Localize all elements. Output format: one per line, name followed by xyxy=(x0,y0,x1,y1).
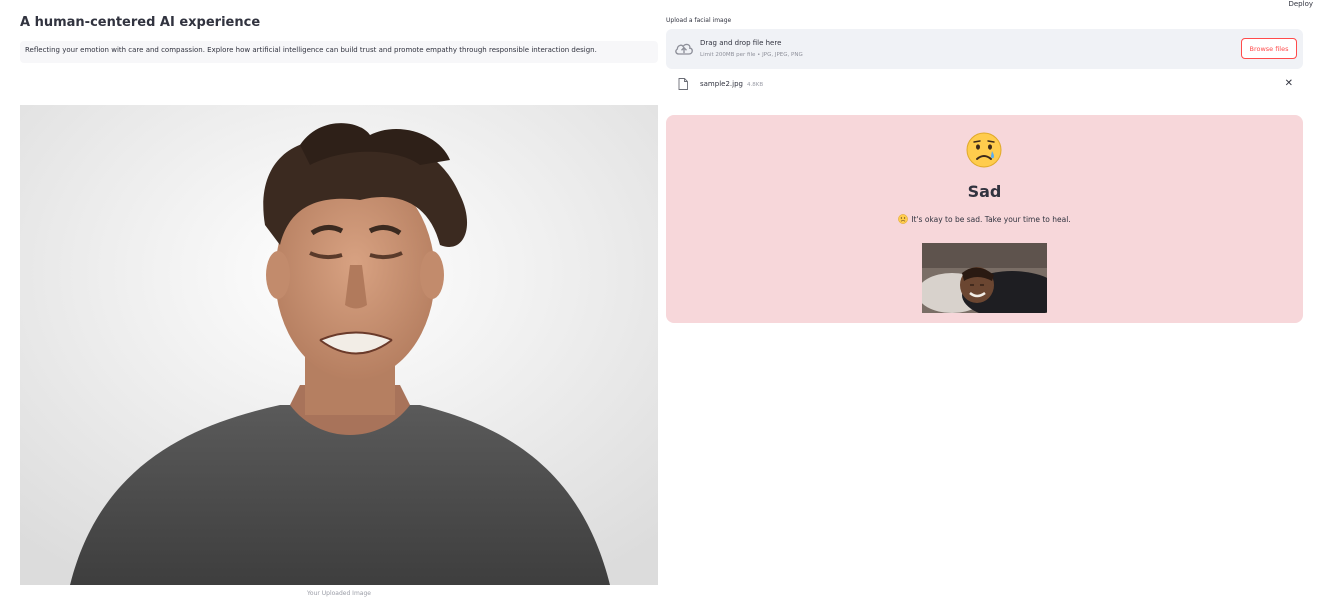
page-title: A human-centered AI experience xyxy=(20,15,261,30)
emotion-label: Sad xyxy=(967,182,1002,201)
dropzone-limit: Limit 200MB per file • JPG, JPEG, PNG xyxy=(700,52,803,58)
file-icon xyxy=(678,78,688,90)
sad-face-icon xyxy=(898,214,909,224)
uploaded-file-item: sample2.jpg 4.8KB ✕ xyxy=(666,74,1303,96)
emotion-result-card: Sad It's okay to be sad. Take your time … xyxy=(666,115,1303,323)
comfort-image xyxy=(922,243,1047,313)
sidebar-column: Upload a facial image Drag and drop file… xyxy=(666,0,1303,601)
file-size: 4.8KB xyxy=(746,82,764,88)
file-name-text: sample2.jpg xyxy=(700,80,743,88)
description-text: Reflecting your emotion with care and co… xyxy=(25,46,597,54)
file-dropzone[interactable]: Drag and drop file here Limit 200MB per … xyxy=(666,29,1303,69)
emotion-message-text: It's okay to be sad. Take your time to h… xyxy=(911,214,1071,224)
emotion-message: It's okay to be sad. Take your time to h… xyxy=(666,214,1303,224)
cloud-upload-icon xyxy=(675,43,693,55)
main-column: A human-centered AI experience Reflectin… xyxy=(20,0,658,601)
description-box: Reflecting your emotion with care and co… xyxy=(20,41,658,63)
close-icon[interactable]: ✕ xyxy=(1285,78,1293,89)
uploaded-image xyxy=(20,105,658,585)
image-caption: Your Uploaded Image xyxy=(307,590,371,597)
browse-files-button[interactable]: Browse files xyxy=(1241,38,1297,59)
file-name: sample2.jpg 4.8KB xyxy=(700,80,763,88)
upload-label: Upload a facial image xyxy=(666,17,732,24)
crying-face-icon xyxy=(966,132,1002,168)
dropzone-title: Drag and drop file here xyxy=(700,39,782,47)
